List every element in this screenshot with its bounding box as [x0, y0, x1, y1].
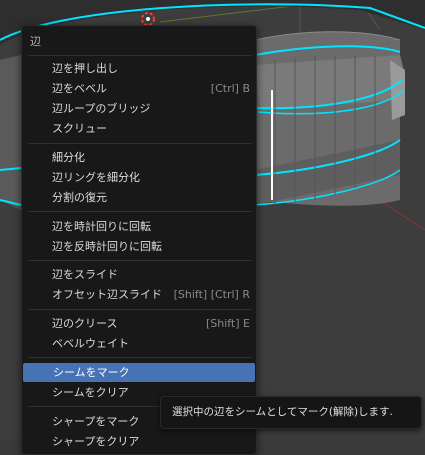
menu-item-edge-crease[interactable]: 辺のクリース [Shift] E: [22, 314, 256, 333]
menu-item-label: オフセット辺スライド: [52, 288, 162, 301]
menu-item-shortcut: [Ctrl] B: [210, 82, 250, 95]
menu-item-label: 辺を押し出し: [52, 62, 118, 75]
menu-item-offset-edge-slide[interactable]: オフセット辺スライド [Shift] [Ctrl] R: [22, 285, 256, 304]
menu-item-label: シームをクリア: [52, 386, 129, 399]
menu-item-subdivide-edge-ring[interactable]: 辺リングを細分化: [22, 168, 256, 187]
menu-item-bridge-edge-loops[interactable]: 辺ループのブリッジ: [22, 99, 256, 118]
edge-context-menu: 辺 辺を押し出し 辺をベベル [Ctrl] B 辺ループのブリッジ スクリュー …: [21, 25, 257, 455]
menu-item-label: 辺をベベル: [52, 82, 107, 95]
menu-item-label: シャープをマーク: [52, 415, 140, 428]
menu-item-label: 辺をスライド: [52, 268, 118, 281]
menu-item-label: シームをマーク: [53, 366, 130, 379]
menu-item-label: 辺を反時計回りに回転: [52, 240, 162, 253]
menu-title: 辺: [30, 35, 41, 48]
menu-item-label: ベベルウェイト: [52, 337, 129, 350]
menu-item-extrude-edges[interactable]: 辺を押し出し: [22, 59, 256, 78]
menu-item-label: 辺ループのブリッジ: [52, 102, 151, 115]
menu-separator: [28, 357, 252, 358]
menu-separator: [28, 211, 252, 212]
menu-item-un-subdivide[interactable]: 分割の復元: [22, 188, 256, 207]
menu-item-clear-sharp[interactable]: シャープをクリア: [22, 432, 256, 451]
menu-item-edge-slide[interactable]: 辺をスライド: [22, 265, 256, 284]
menu-item-rotate-edge-cw[interactable]: 辺を時計回りに回転: [22, 217, 256, 236]
menu-item-bevel-edges[interactable]: 辺をベベル [Ctrl] B: [22, 79, 256, 98]
menu-item-label: 分割の復元: [52, 191, 107, 204]
menu-item-shortcut: [Shift] E: [205, 317, 250, 330]
menu-item-screw[interactable]: スクリュー: [22, 119, 256, 138]
menu-item-label: 細分化: [52, 151, 85, 164]
menu-separator: [28, 143, 252, 144]
tooltip-text: 選択中の辺をシームとしてマーク(解除)します.: [172, 406, 393, 418]
menu-item-label: スクリュー: [52, 122, 107, 135]
menu-item-rotate-edge-ccw[interactable]: 辺を反時計回りに回転: [22, 237, 256, 256]
tooltip: 選択中の辺をシームとしてマーク(解除)します.: [160, 396, 422, 429]
menu-item-label: シャープをクリア: [52, 435, 140, 448]
menu-item-label: 辺のクリース: [52, 317, 118, 330]
menu-separator: [28, 260, 252, 261]
menu-item-shortcut: [Shift] [Ctrl] R: [173, 288, 250, 301]
menu-item-label: 辺を時計回りに回転: [52, 220, 151, 233]
menu-item-label: 辺リングを細分化: [52, 171, 140, 184]
menu-item-mark-seam[interactable]: シームをマーク: [23, 363, 255, 382]
menu-separator: [28, 55, 252, 56]
menu-separator: [28, 309, 252, 310]
menu-item-bevel-weight[interactable]: ベベルウェイト: [22, 334, 256, 353]
menu-item-subdivide[interactable]: 細分化: [22, 148, 256, 167]
